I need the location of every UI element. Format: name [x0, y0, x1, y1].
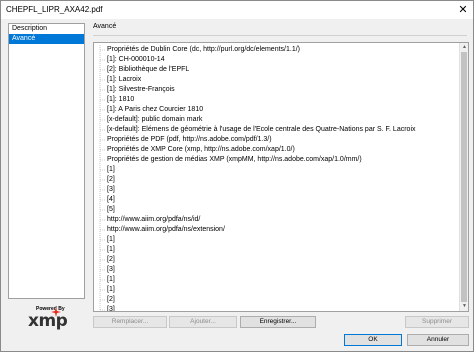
scroll-down-icon[interactable]: ▼ — [461, 303, 468, 310]
panel-heading: Avancé — [93, 23, 117, 30]
sidebar-item-description[interactable]: Description — [9, 24, 84, 34]
tree-node[interactable]: Propriétés de XMP Core (xmp, http://ns.a… — [107, 145, 295, 155]
tree-leaf[interactable]: [1] — [107, 235, 115, 245]
properties-tree[interactable]: Propriétés de Dublin Core (dc, http://pu… — [93, 42, 469, 312]
tree-leaf[interactable]: [1]: CH-000010-14 — [107, 55, 165, 65]
tree-node[interactable]: http://www.aiim.org/pdfa/ns/id/ — [107, 215, 200, 225]
tree-leaf[interactable]: [x-default]: Elémens de géométrie à l'us… — [107, 125, 416, 135]
cancel-button[interactable]: Annuler — [407, 334, 469, 346]
sidebar-item-advanced[interactable]: Avancé — [9, 34, 84, 44]
vertical-scrollbar[interactable]: ▲ ▼ — [459, 43, 468, 311]
logo-brand: xmp — [28, 311, 68, 331]
tree-leaf[interactable]: [1]: A Paris chez Courcier 1810 — [107, 105, 203, 115]
save-button[interactable]: Enregistrer... — [240, 316, 316, 328]
heading-divider — [93, 35, 467, 36]
tree-leaf[interactable]: [1]: Lacroix — [107, 75, 141, 85]
tree-leaf[interactable]: [1] — [107, 245, 115, 255]
tree-node[interactable]: Propriétés de gestion de médias XMP (xmp… — [107, 155, 362, 165]
tree-leaf[interactable]: [5] — [107, 205, 115, 215]
tree-leaf[interactable]: [2] — [107, 175, 115, 185]
tree-leaf[interactable]: [1]: 1810 — [107, 95, 134, 105]
tree-leaf[interactable]: [3] — [107, 265, 115, 275]
tree-leaf[interactable]: [1] — [107, 165, 115, 175]
tree-leaf[interactable]: [4] — [107, 195, 115, 205]
tree-leaf[interactable]: [1]: Silvestre-François — [107, 85, 175, 95]
tree-leaf[interactable]: [1] — [107, 275, 115, 285]
tree-node[interactable]: Propriétés de PDF (pdf, http://ns.adobe.… — [107, 135, 272, 145]
window-title: CHEPFL_LIPR_AXA42.pdf — [6, 5, 103, 14]
tree-leaf[interactable]: [x-default]: public domain mark — [107, 115, 202, 125]
delete-button[interactable]: Supprimer — [405, 316, 469, 328]
replace-button[interactable]: Remplacer... — [93, 316, 167, 328]
tree-node[interactable]: http://www.aiim.org/pdfa/ns/extension/ — [107, 225, 225, 235]
ok-button[interactable]: OK — [344, 334, 402, 346]
scroll-thumb[interactable] — [461, 52, 467, 302]
dialog-window: CHEPFL_LIPR_AXA42.pdf ✕ Description Avan… — [0, 0, 474, 352]
tree-rows: Propriétés de Dublin Core (dc, http://pu… — [94, 43, 459, 311]
tree-leaf[interactable]: [3] — [107, 185, 115, 195]
scroll-up-icon[interactable]: ▲ — [461, 44, 468, 51]
category-list: Description Avancé — [8, 23, 85, 299]
tree-leaf[interactable]: [2]: Bibliothèque de l'EPFL — [107, 65, 189, 75]
tree-leaf[interactable]: [2] — [107, 295, 115, 305]
title-bar: CHEPFL_LIPR_AXA42.pdf ✕ — [1, 1, 473, 19]
close-icon[interactable]: ✕ — [457, 4, 469, 16]
add-button[interactable]: Ajouter... — [169, 316, 237, 328]
tree-leaf[interactable]: [2] — [107, 255, 115, 265]
xmp-logo: Powered By xmp — [28, 306, 72, 332]
tree-node[interactable]: Propriétés de Dublin Core (dc, http://pu… — [107, 45, 300, 55]
tree-leaf[interactable]: [1] — [107, 285, 115, 295]
tree-leaf[interactable]: [3] — [107, 305, 115, 311]
